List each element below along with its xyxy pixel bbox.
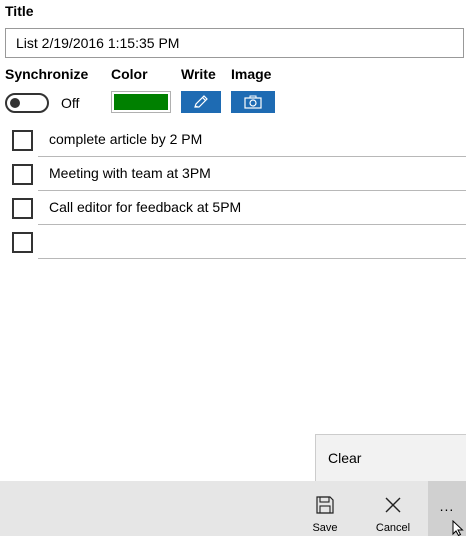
synchronize-state: Off <box>61 95 80 111</box>
image-header: Image <box>231 66 272 82</box>
row-divider <box>38 258 466 259</box>
more-icon: ... <box>439 498 455 514</box>
save-icon <box>316 496 334 514</box>
cancel-button[interactable]: Cancel <box>365 481 421 536</box>
mouse-cursor-icon <box>452 520 464 536</box>
item-checkbox[interactable] <box>12 232 33 253</box>
item-text[interactable]: Call editor for feedback at 5PM <box>49 199 241 215</box>
color-picker-button[interactable] <box>111 91 171 113</box>
item-checkbox[interactable] <box>12 164 33 185</box>
item-checkbox[interactable] <box>12 130 33 151</box>
color-fill <box>114 94 168 110</box>
title-label: Title <box>5 3 34 19</box>
pencil-icon <box>194 95 208 108</box>
write-header: Write <box>181 66 216 82</box>
overflow-menu: Clear <box>315 434 466 482</box>
item-text[interactable]: Meeting with team at 3PM <box>49 165 211 181</box>
write-button[interactable] <box>181 91 221 113</box>
save-button[interactable]: Save <box>300 481 350 536</box>
item-text[interactable]: complete article by 2 PM <box>49 131 202 147</box>
item-checkbox[interactable] <box>12 198 33 219</box>
synchronize-toggle[interactable] <box>5 93 49 113</box>
color-header: Color <box>111 66 148 82</box>
toggle-knob <box>10 98 20 108</box>
title-input[interactable] <box>5 28 464 58</box>
row-divider <box>38 156 466 157</box>
image-button[interactable] <box>231 91 275 113</box>
row-divider <box>38 224 466 225</box>
row-divider <box>38 190 466 191</box>
cancel-label: Cancel <box>375 522 411 534</box>
save-label: Save <box>312 522 338 534</box>
synchronize-header: Synchronize <box>5 66 89 82</box>
camera-icon <box>244 95 262 109</box>
clear-menu-item[interactable]: Clear <box>328 450 361 466</box>
app-bar: Save Cancel ... <box>0 481 466 536</box>
close-icon <box>385 497 401 513</box>
